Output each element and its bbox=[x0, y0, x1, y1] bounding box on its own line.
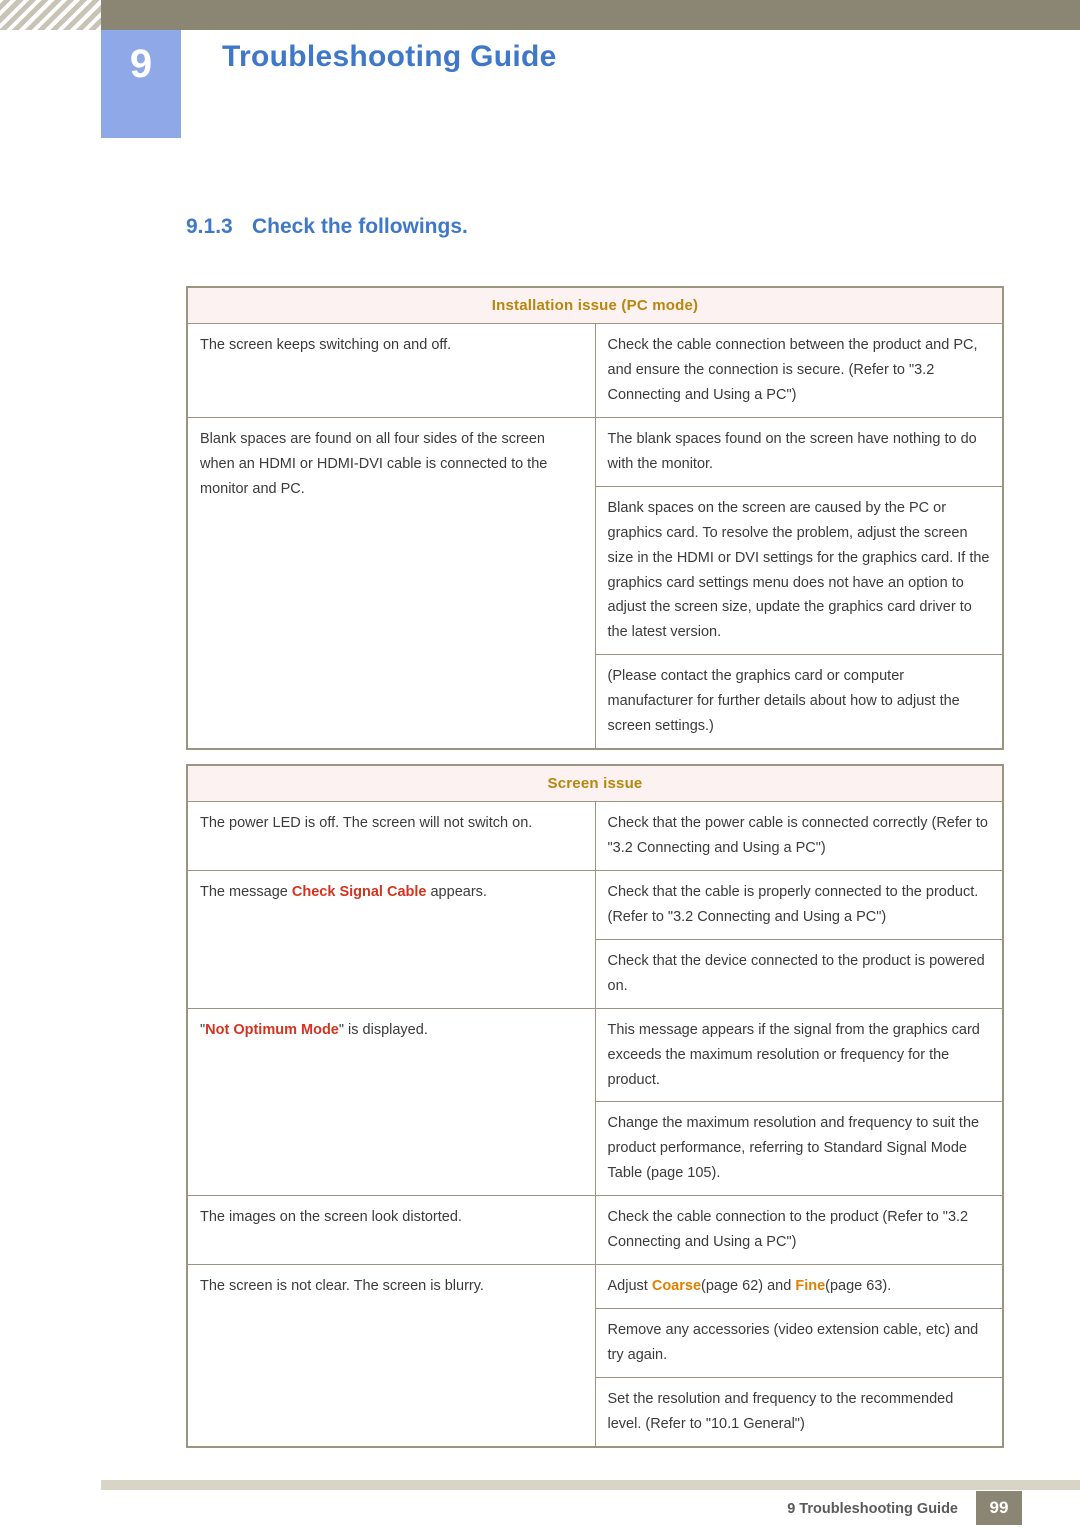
chapter-title: Troubleshooting Guide bbox=[222, 40, 557, 73]
section-heading: 9.1.3 Check the followings. bbox=[186, 215, 468, 239]
solution-cell: Adjust Coarse(page 62) and Fine(page 63)… bbox=[594, 1264, 1003, 1310]
table-row: Blank spaces are found on all four sides… bbox=[187, 416, 1003, 750]
issue-cell: "Not Optimum Mode" is displayed. bbox=[187, 1007, 596, 1197]
table-row: "Not Optimum Mode" is displayed. This me… bbox=[187, 1007, 1003, 1197]
installation-issue-table: Installation issue (PC mode) The screen … bbox=[186, 286, 1004, 751]
table-row: The power LED is off. The screen will no… bbox=[187, 801, 1003, 871]
solution-cell: Change the maximum resolution and freque… bbox=[594, 1101, 1003, 1197]
issue-text-post: " is displayed. bbox=[338, 1021, 428, 1038]
header-hatch-decoration bbox=[0, 0, 101, 30]
coarse-highlight: Coarse bbox=[651, 1278, 702, 1295]
footer-rule bbox=[101, 1480, 1080, 1490]
issue-cell: The images on the screen look distorted. bbox=[187, 1195, 596, 1266]
page-header: 9 Troubleshooting Guide bbox=[0, 0, 1080, 140]
adjust-pre: Adjust bbox=[607, 1278, 652, 1295]
solution-cell: This message appears if the signal from … bbox=[594, 1007, 1003, 1103]
solution-cell: (Please contact the graphics card or com… bbox=[594, 654, 1003, 750]
issue-cell: The power LED is off. The screen will no… bbox=[187, 801, 596, 871]
issue-highlight: Check Signal Cable bbox=[291, 883, 427, 900]
table-header-screen: Screen issue bbox=[187, 765, 1003, 802]
solution-cell: Blank spaces on the screen are caused by… bbox=[594, 485, 1003, 656]
chapter-number-badge: 9 bbox=[101, 30, 181, 138]
footer-chapter-label: 9 Troubleshooting Guide bbox=[787, 1501, 958, 1517]
issue-cell: The screen is not clear. The screen is b… bbox=[187, 1264, 596, 1447]
table-header-installation: Installation issue (PC mode) bbox=[187, 287, 1003, 324]
adjust-post: (page 63). bbox=[825, 1278, 892, 1295]
table-row: The images on the screen look distorted.… bbox=[187, 1195, 1003, 1266]
table-row: The screen is not clear. The screen is b… bbox=[187, 1264, 1003, 1447]
section-number: 9.1.3 bbox=[186, 215, 233, 238]
issue-cell: Blank spaces are found on all four sides… bbox=[187, 416, 596, 750]
screen-issue-table: Screen issue The power LED is off. The s… bbox=[186, 764, 1004, 1448]
solution-cell: Check the cable connection between the p… bbox=[594, 323, 1003, 418]
solution-cell: The blank spaces found on the screen hav… bbox=[594, 416, 1003, 487]
header-bar bbox=[101, 0, 1080, 30]
issue-cell: The screen keeps switching on and off. bbox=[187, 323, 596, 418]
solution-cell: Check that the cable is properly connect… bbox=[594, 869, 1003, 940]
solution-cell: Check that the device connected to the p… bbox=[594, 938, 1003, 1009]
section-title: Check the followings. bbox=[252, 215, 468, 238]
adjust-mid: (page 62) and bbox=[701, 1278, 796, 1295]
solution-cell: Remove any accessories (video extension … bbox=[594, 1308, 1003, 1378]
table-row: The message Check Signal Cable appears. … bbox=[187, 869, 1003, 1009]
solution-cell: Check that the power cable is connected … bbox=[594, 801, 1003, 871]
table-row: The screen keeps switching on and off. C… bbox=[187, 323, 1003, 418]
issue-highlight: Not Optimum Mode bbox=[205, 1021, 339, 1038]
page-number-badge: 99 bbox=[976, 1491, 1022, 1525]
issue-text-pre: The message bbox=[200, 883, 292, 900]
solution-cell: Check the cable connection to the produc… bbox=[594, 1195, 1003, 1266]
solution-cell: Set the resolution and frequency to the … bbox=[594, 1376, 1003, 1447]
fine-highlight: Fine bbox=[795, 1278, 826, 1295]
issue-cell: The message Check Signal Cable appears. bbox=[187, 869, 596, 1009]
page-footer: 9 Troubleshooting Guide 99 bbox=[0, 1467, 1080, 1527]
issue-text-post: appears. bbox=[426, 883, 487, 900]
